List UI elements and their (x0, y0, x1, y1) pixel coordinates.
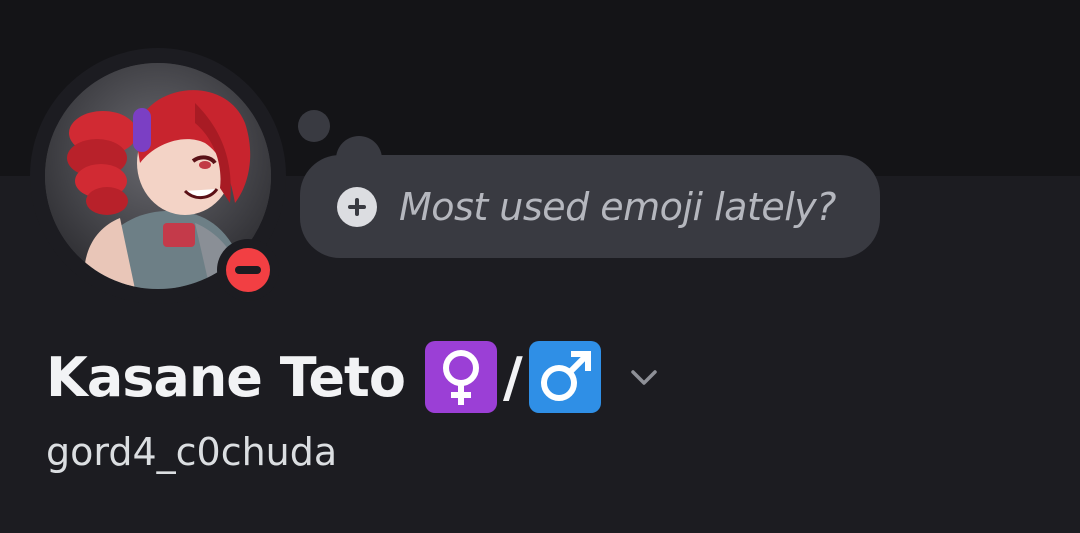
plus-circle-icon (337, 186, 377, 227)
chevron-down-icon[interactable] (627, 360, 661, 394)
display-name-row[interactable]: Kasane Teto / (46, 337, 661, 417)
status-placeholder: Most used emoji lately? (399, 184, 836, 229)
username: gord4_c0chuda (46, 430, 338, 474)
dnd-status-icon (226, 248, 270, 292)
emoji-separator: / (502, 345, 523, 409)
custom-status-bubble[interactable]: Most used emoji lately? (300, 155, 880, 258)
thought-dot-small (298, 110, 330, 142)
display-name: Kasane Teto (46, 345, 406, 409)
profile-card: Most used emoji lately? Kasane Teto / go… (0, 0, 1080, 533)
female-sign-emoji (424, 341, 497, 413)
male-sign-emoji (528, 341, 601, 413)
